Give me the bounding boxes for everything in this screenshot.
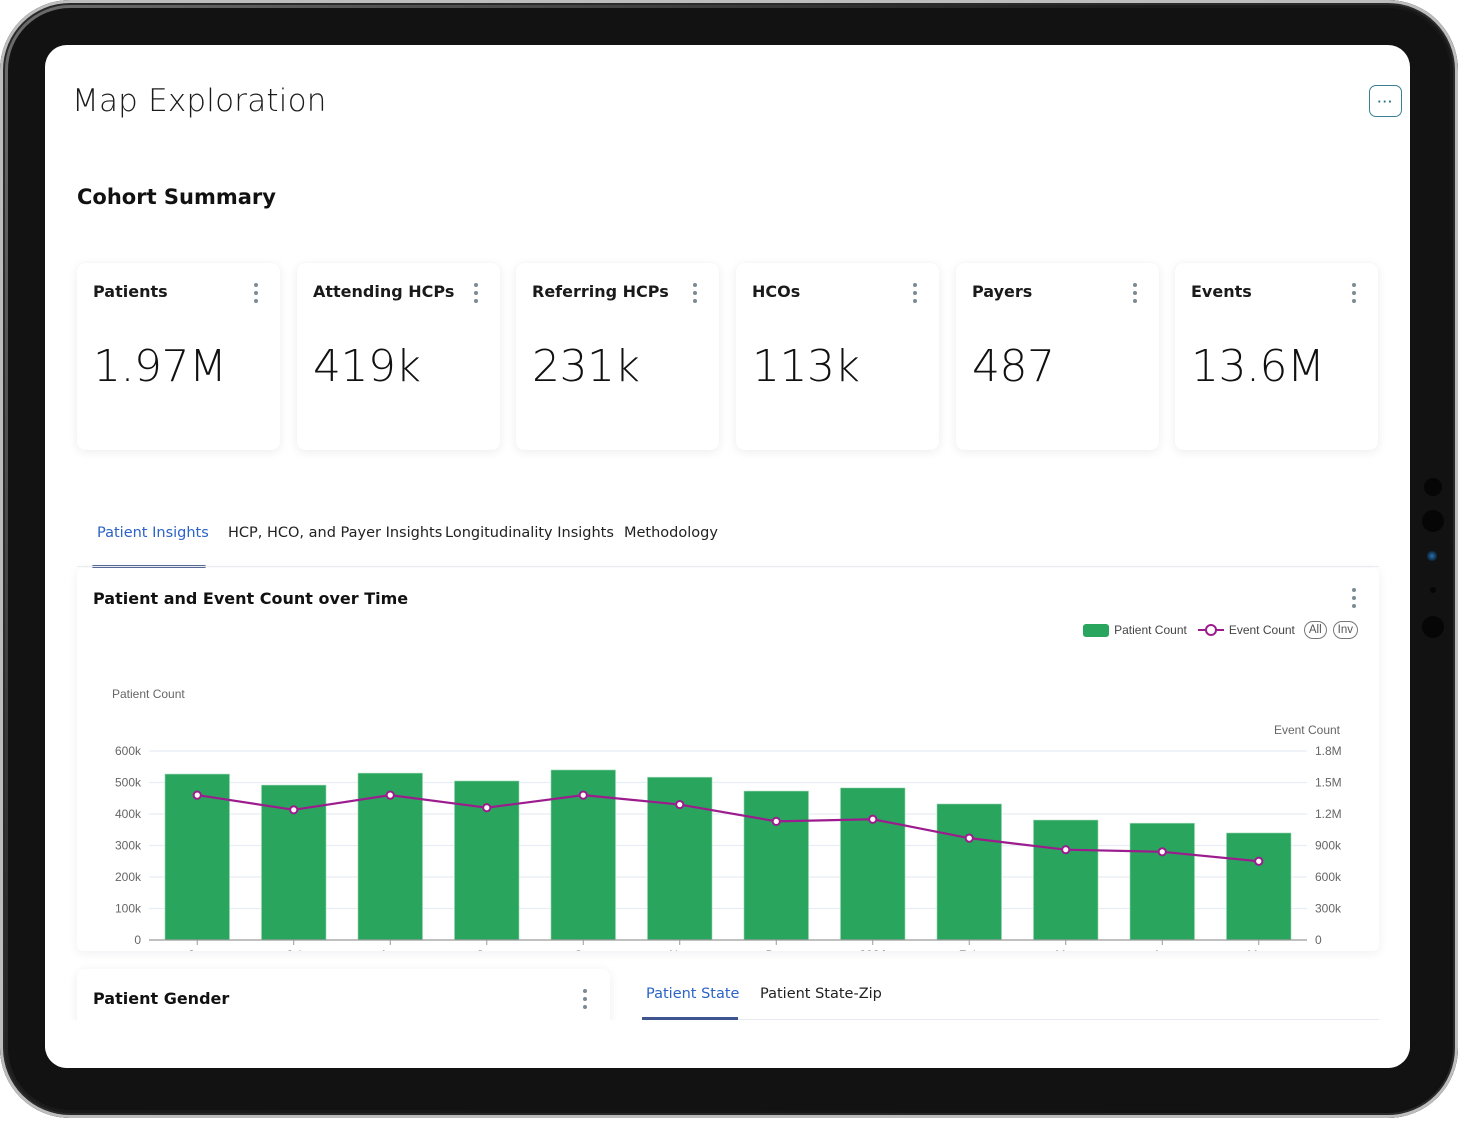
kpi-label: Attending HCPs	[313, 282, 455, 301]
bar-feb	[936, 803, 1002, 941]
combo-chart: Patient Count Event Count 0 100k 200k 300k 4…	[112, 687, 1342, 951]
tab-patient-insights[interactable]: Patient Insights	[97, 525, 209, 541]
bar-apr	[1129, 822, 1195, 941]
kpi-card-hcos: HCOs 113k	[736, 263, 939, 450]
kebab-menu-icon[interactable]	[1351, 283, 1357, 303]
bar-2024	[840, 787, 906, 941]
y2-tick-label: 1.8M	[1315, 744, 1342, 758]
sensor-dot	[1422, 510, 1444, 532]
event-point-may	[1254, 856, 1264, 866]
y2-tick-label: 300k	[1315, 902, 1342, 916]
y2-tick-label: 0	[1315, 933, 1322, 947]
event-point-jun	[192, 790, 202, 800]
sensor-dot	[1430, 587, 1436, 593]
x-tick-label: Sep	[476, 948, 498, 951]
camera-icon	[1427, 551, 1437, 561]
y-tick-label: 500k	[115, 776, 142, 790]
kebab-menu-icon[interactable]	[582, 989, 588, 1009]
kpi-label: Patients	[93, 282, 168, 301]
y-tick-label: 200k	[115, 870, 142, 884]
app-screen: Map Exploration ··· Cohort Summary Patie…	[45, 45, 1410, 1068]
bar-mar	[1033, 819, 1099, 941]
tabs-divider	[77, 566, 1379, 567]
x-tick-label: Aug	[380, 948, 401, 951]
y2-tick-label: 1.2M	[1315, 807, 1342, 821]
kebab-menu-icon[interactable]	[253, 283, 259, 303]
event-point-oct	[578, 790, 588, 800]
kebab-menu-icon[interactable]	[473, 283, 479, 303]
event-point-dec	[771, 816, 781, 826]
x-tick-label: Oct	[574, 948, 593, 951]
bar-dec	[743, 790, 809, 941]
patient-gender-title: Patient Gender	[93, 989, 230, 1008]
tab-patient-state-zip[interactable]: Patient State-Zip	[760, 986, 882, 1002]
event-point-aug	[385, 790, 395, 800]
kpi-label: Events	[1191, 282, 1252, 301]
tab-methodology[interactable]: Methodology	[624, 525, 718, 541]
kpi-card-attending-hcps: Attending HCPs 419k	[297, 263, 500, 450]
y-tick-label: 600k	[115, 744, 142, 758]
kpi-value: 487	[972, 341, 1055, 392]
ellipsis-icon: ···	[1377, 93, 1394, 109]
event-point-sep	[482, 803, 492, 813]
event-point-feb	[964, 833, 974, 843]
kpi-value: 231k	[532, 341, 640, 392]
sensor-dot	[1424, 478, 1442, 496]
y-tick-label: 0	[134, 933, 141, 947]
kpi-value: 1.97M	[93, 341, 227, 392]
screen-bottom-edge	[45, 1020, 1410, 1068]
x-tick-label: Jun	[188, 948, 207, 951]
event-point-2024	[868, 814, 878, 824]
kebab-menu-icon[interactable]	[912, 283, 918, 303]
kpi-label: Referring HCPs	[532, 282, 669, 301]
kpi-row: Patients 1.97M Attending HCPs 419k Refer…	[77, 263, 1379, 451]
x-tick-label: May	[1247, 948, 1270, 951]
event-point-nov	[675, 799, 685, 810]
y2-axis-title: Event Count	[1274, 723, 1341, 737]
tab-hcp-hco-payer-insights[interactable]: HCP, HCO, and Payer Insights	[228, 525, 442, 541]
kpi-card-payers: Payers 487	[956, 263, 1159, 450]
x-tick-label: 2024	[859, 948, 886, 951]
x-tick-label: Nov	[669, 948, 690, 951]
tab-patient-state[interactable]: Patient State	[646, 986, 739, 1002]
y2-tick-label: 1.5M	[1315, 776, 1342, 790]
event-point-jul	[289, 805, 299, 815]
y-tick-label: 400k	[115, 807, 142, 821]
tablet-frame: Map Exploration ··· Cohort Summary Patie…	[0, 0, 1458, 1118]
kpi-card-referring-hcps: Referring HCPs 231k	[516, 263, 719, 450]
y2-tick-label: 600k	[1315, 870, 1342, 884]
x-tick-label: Mar	[1055, 948, 1076, 951]
kpi-card-patients: Patients 1.97M	[77, 263, 280, 450]
x-tick-label: Apr	[1153, 948, 1172, 951]
x-tick-label: Jul	[286, 948, 301, 951]
kpi-card-events: Events 13.6M	[1175, 263, 1378, 450]
bar-may	[1226, 832, 1292, 941]
event-count-line	[197, 793, 1259, 863]
patient-event-chart-card: Patient and Event Count over Time Patien…	[77, 568, 1379, 951]
y-tick-label: 300k	[115, 839, 142, 853]
kebab-menu-icon[interactable]	[692, 283, 698, 303]
y-axis-title: Patient Count	[112, 687, 185, 701]
kpi-label: HCOs	[752, 282, 801, 301]
sensor-dot	[1422, 616, 1444, 638]
kebab-menu-icon[interactable]	[1132, 283, 1138, 303]
event-point-mar	[1061, 845, 1071, 855]
more-options-button[interactable]: ···	[1369, 85, 1402, 117]
kpi-value: 13.6M	[1191, 341, 1325, 392]
x-tick-label: Dec	[766, 948, 787, 951]
y-tick-label: 100k	[115, 902, 142, 916]
cohort-summary-title: Cohort Summary	[77, 185, 276, 209]
x-tick-label: Feb	[959, 948, 980, 951]
kpi-value: 113k	[752, 341, 860, 392]
page-title: Map Exploration	[72, 83, 327, 119]
tab-longitudinality-insights[interactable]: Longitudinality Insights	[445, 525, 614, 541]
event-point-apr	[1157, 847, 1167, 857]
kpi-value: 419k	[313, 341, 421, 392]
y2-tick-label: 900k	[1315, 839, 1342, 853]
kpi-label: Payers	[972, 282, 1033, 301]
